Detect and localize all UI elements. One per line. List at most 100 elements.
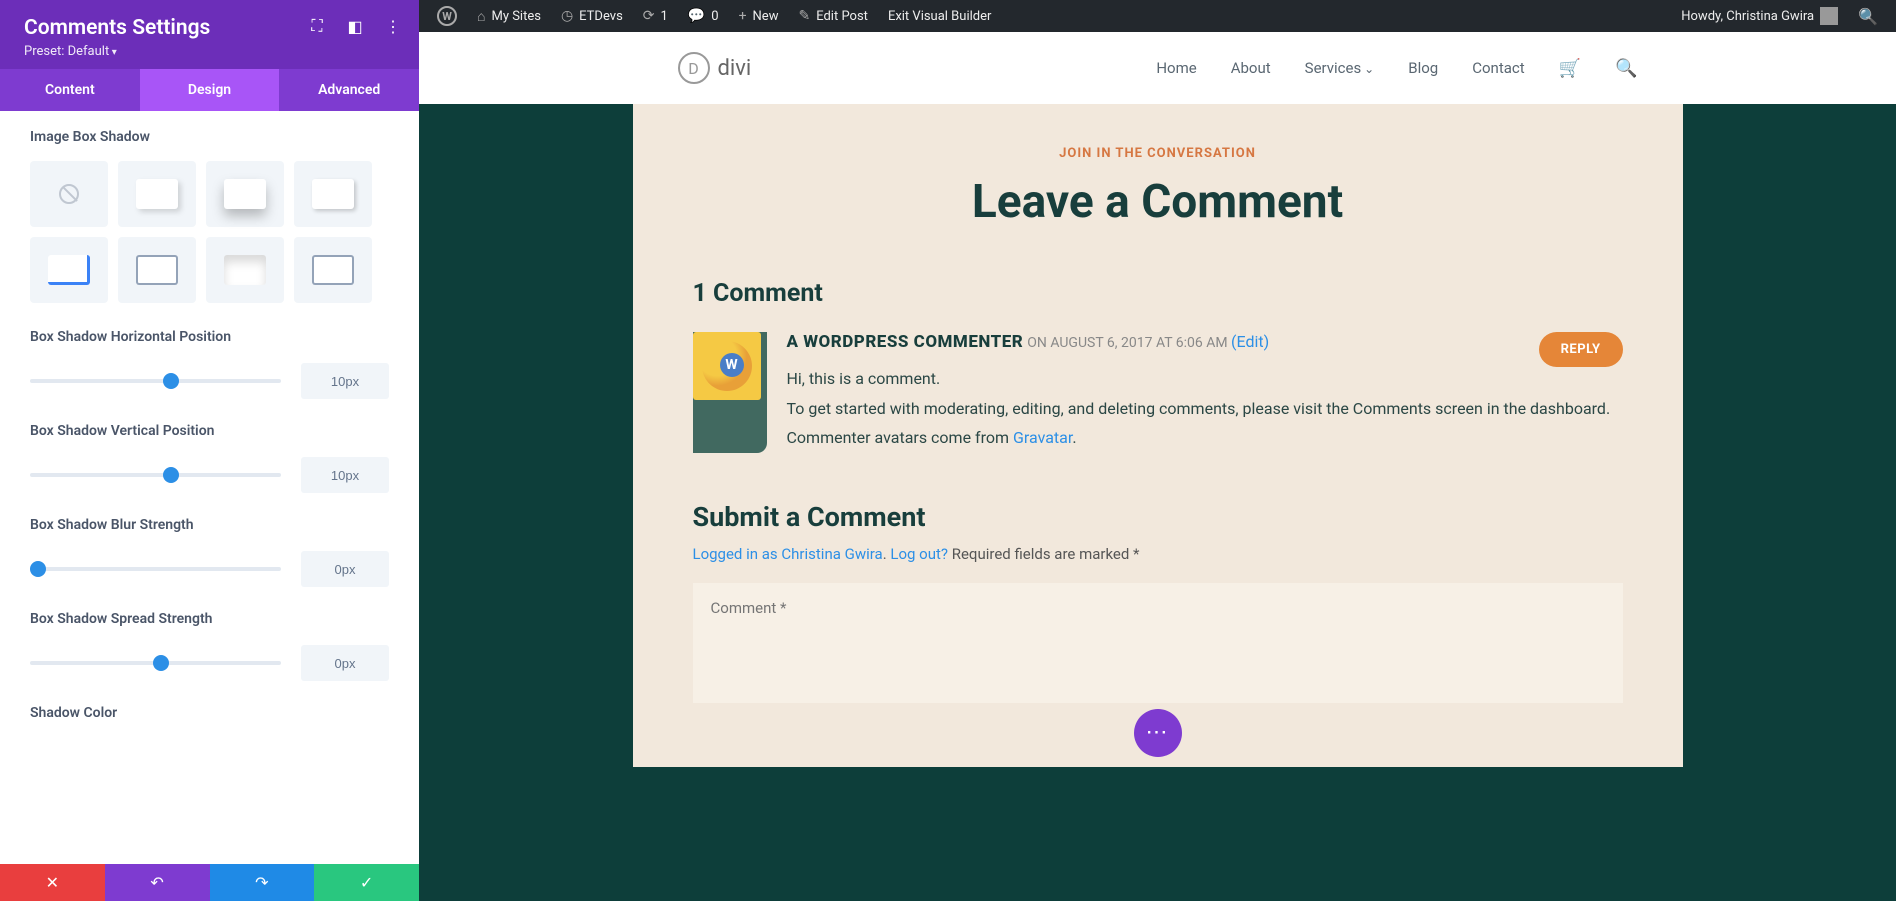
comments-count: 0 — [711, 9, 718, 24]
comment-author: A WORDPRESS COMMENTER — [787, 332, 1024, 352]
comment-avatar — [693, 332, 761, 400]
preset-dropdown[interactable]: Preset: Default — [24, 44, 395, 59]
slider-blur: Box Shadow Blur Strength — [30, 517, 389, 587]
shadow-preset-grid — [30, 161, 389, 303]
tab-advanced[interactable]: Advanced — [279, 69, 419, 111]
pencil-icon: ✎ — [798, 8, 810, 24]
shadow-none[interactable] — [30, 161, 108, 227]
slider-blur-track[interactable] — [30, 567, 281, 571]
slider-v-thumb[interactable] — [163, 467, 179, 483]
slider-blur-label: Box Shadow Blur Strength — [30, 517, 389, 533]
comments-section: JOIN IN THE CONVERSATION Leave a Comment… — [633, 104, 1683, 767]
save-button[interactable]: ✓ — [314, 864, 419, 901]
logged-in-link[interactable]: Logged in as Christina Gwira — [693, 545, 883, 563]
shadow-preset-6[interactable] — [206, 237, 284, 303]
submit-meta: Logged in as Christina Gwira. Log out? R… — [693, 545, 1623, 563]
edit-post-link[interactable]: ✎ Edit Post — [788, 0, 877, 32]
redo-button[interactable]: ↷ — [210, 864, 315, 901]
new-label: New — [753, 9, 779, 24]
slider-vertical: Box Shadow Vertical Position — [30, 423, 389, 493]
gravatar-link[interactable]: Gravatar — [1013, 428, 1072, 447]
howdy-menu[interactable]: Howdy, Christina Gwira — [1671, 0, 1848, 32]
cart-icon[interactable]: 🛒 — [1559, 58, 1581, 79]
slider-spread-label: Box Shadow Spread Strength — [30, 611, 389, 627]
panel-tabs: Content Design Advanced — [0, 69, 419, 111]
slider-v-value[interactable] — [301, 457, 389, 493]
nav-blog[interactable]: Blog — [1408, 59, 1438, 77]
etdevs-link[interactable]: ◷ETDevs — [551, 0, 633, 32]
submit-head: Submit a Comment — [693, 501, 1623, 533]
shadow-preset-3[interactable] — [294, 161, 372, 227]
comment-line: To get started with moderating, editing,… — [787, 394, 1623, 424]
comment-line: Commenter avatars come from Gravatar. — [787, 423, 1623, 453]
more-icon[interactable]: ⋮ — [385, 18, 401, 34]
image-box-shadow-label: Image Box Shadow — [30, 129, 389, 145]
search-icon: 🔍 — [1858, 7, 1878, 26]
comment-textarea[interactable] — [693, 583, 1623, 703]
slider-h-value[interactable] — [301, 363, 389, 399]
avatar-icon — [1820, 7, 1838, 25]
comment-meta: ON AUGUST 6, 2017 AT 6:06 AM — [1027, 335, 1231, 351]
section-subhead: JOIN IN THE CONVERSATION — [693, 146, 1623, 161]
slider-v-label: Box Shadow Vertical Position — [30, 423, 389, 439]
exit-vb-link[interactable]: Exit Visual Builder — [878, 0, 1001, 32]
etdevs-label: ETDevs — [579, 9, 623, 24]
panel-body: Image Box Shadow Box Shadow Horizontal P… — [0, 111, 419, 864]
nav-about[interactable]: About — [1231, 59, 1271, 77]
undo-button[interactable]: ↶ — [105, 864, 210, 901]
admin-search[interactable]: 🔍 — [1848, 0, 1888, 32]
fab-button[interactable]: ⋯ — [1134, 709, 1182, 757]
slider-h-thumb[interactable] — [163, 373, 179, 389]
comments-link[interactable]: 💬0 — [678, 0, 729, 32]
updates-link[interactable]: ⟳1 — [633, 0, 678, 32]
columns-icon[interactable]: ◧ — [347, 18, 363, 34]
shadow-preset-7[interactable] — [294, 237, 372, 303]
house-icon: ⌂ — [477, 8, 485, 25]
shadow-preset-1[interactable] — [118, 161, 196, 227]
main-nav: Home About Services Blog Contact 🛒 🔍 — [1156, 58, 1637, 79]
slider-blur-value[interactable] — [301, 551, 389, 587]
site-header: D divi Home About Services Blog Contact … — [419, 32, 1896, 104]
comment-item: A WORDPRESS COMMENTER ON AUGUST 6, 2017 … — [693, 332, 1623, 453]
wordpress-icon: W — [437, 6, 457, 26]
slider-h-label: Box Shadow Horizontal Position — [30, 329, 389, 345]
edit-post-label: Edit Post — [816, 9, 868, 24]
new-link[interactable]: +New — [729, 0, 789, 32]
slider-spread-thumb[interactable] — [153, 655, 169, 671]
tab-design[interactable]: Design — [140, 69, 280, 111]
my-sites-link[interactable]: ⌂My Sites — [467, 0, 551, 32]
delete-button[interactable]: ✕ — [0, 864, 105, 901]
slider-spread-value[interactable] — [301, 645, 389, 681]
shadow-preset-5[interactable] — [118, 237, 196, 303]
nav-contact[interactable]: Contact — [1472, 59, 1524, 77]
search-icon[interactable]: 🔍 — [1615, 58, 1637, 79]
nav-home[interactable]: Home — [1156, 59, 1196, 77]
nav-services[interactable]: Services — [1305, 59, 1375, 77]
none-icon — [59, 184, 79, 204]
comment-edit-link[interactable]: (Edit) — [1231, 332, 1269, 351]
updates-count: 1 — [661, 9, 668, 24]
shadow-preset-4[interactable] — [30, 237, 108, 303]
slider-h-track[interactable] — [30, 379, 281, 383]
slider-spread-track[interactable] — [30, 661, 281, 665]
logout-link[interactable]: Log out? — [890, 545, 948, 563]
fullscreen-icon[interactable]: ⛶ — [309, 18, 325, 34]
content-area: D divi Home About Services Blog Contact … — [419, 32, 1896, 901]
section-head: Leave a Comment — [693, 175, 1623, 229]
slider-v-track[interactable] — [30, 473, 281, 477]
shadow-color-label: Shadow Color — [30, 705, 389, 721]
wp-admin-bar: W ⌂My Sites ◷ETDevs ⟳1 💬0 +New ✎Edit Pos… — [419, 0, 1896, 32]
reply-button[interactable]: REPLY — [1539, 332, 1623, 367]
refresh-icon: ⟳ — [643, 8, 655, 24]
logo-icon: D — [678, 52, 710, 84]
slider-horizontal: Box Shadow Horizontal Position — [30, 329, 389, 399]
tab-content[interactable]: Content — [0, 69, 140, 111]
wp-logo[interactable]: W — [427, 0, 467, 32]
required-note: Required fields are marked * — [952, 545, 1140, 563]
settings-panel: Comments Settings Preset: Default ⛶ ◧ ⋮ … — [0, 0, 419, 864]
slider-spread: Box Shadow Spread Strength — [30, 611, 389, 681]
panel-header: Comments Settings Preset: Default ⛶ ◧ ⋮ — [0, 0, 419, 69]
site-logo[interactable]: D divi — [678, 52, 752, 84]
slider-blur-thumb[interactable] — [30, 561, 46, 577]
shadow-preset-2[interactable] — [206, 161, 284, 227]
